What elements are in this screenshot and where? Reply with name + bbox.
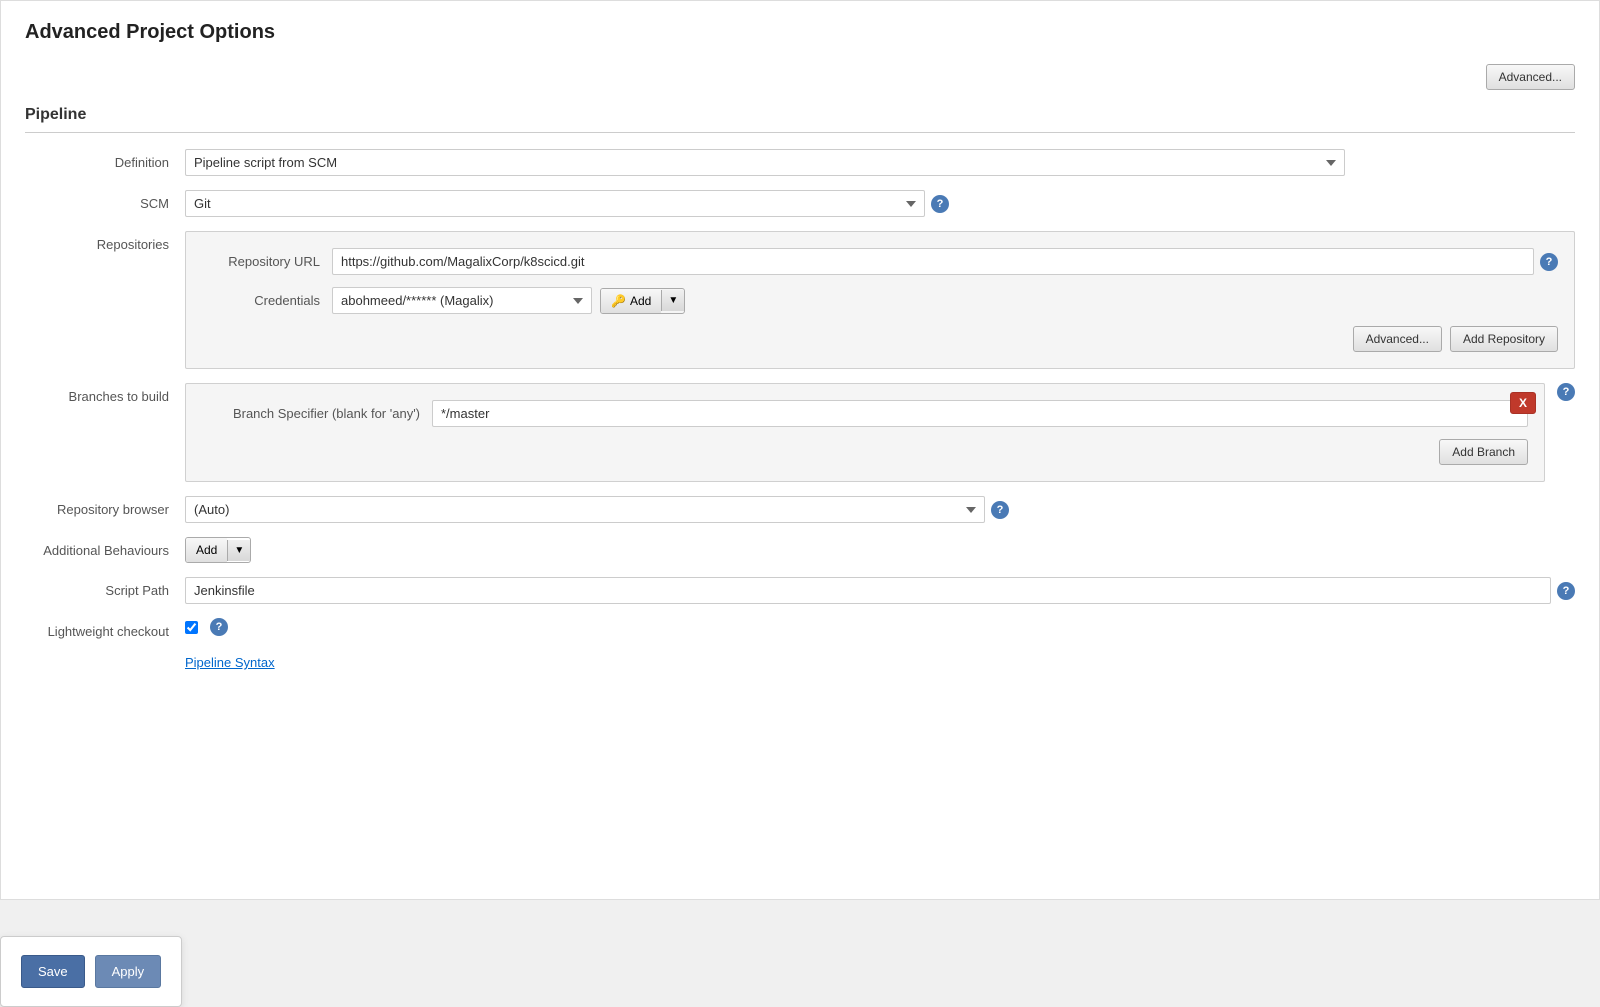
- repo-url-input[interactable]: [332, 248, 1534, 275]
- add-behaviours-label: Add: [196, 543, 217, 557]
- definition-control: Pipeline script from SCM Pipeline script: [185, 149, 1575, 176]
- script-path-inner: ?: [185, 577, 1575, 604]
- branches-help-icon[interactable]: ?: [1557, 383, 1575, 401]
- repo-browser-label: Repository browser: [25, 496, 185, 517]
- repo-url-label: Repository URL: [202, 254, 332, 269]
- credentials-label: Credentials: [202, 293, 332, 308]
- script-path-input[interactable]: [185, 577, 1551, 604]
- add-credentials-arrow[interactable]: ▼: [661, 290, 684, 311]
- additional-behaviours-label: Additional Behaviours: [25, 537, 185, 558]
- add-behaviours-button[interactable]: Add: [186, 538, 227, 562]
- script-path-control: ?: [185, 577, 1575, 604]
- script-path-label: Script Path: [25, 577, 185, 598]
- branch-specifier-label: Branch Specifier (blank for 'any'): [202, 406, 432, 421]
- branches-help-outer: X Branch Specifier (blank for 'any') Add…: [185, 383, 1575, 482]
- scm-select[interactable]: Git None Subversion: [185, 190, 925, 217]
- repo-url-help-icon[interactable]: ?: [1540, 253, 1558, 271]
- add-credentials-label: Add: [630, 294, 651, 308]
- lightweight-checkout-help-icon[interactable]: ?: [210, 618, 228, 636]
- scm-label: SCM: [25, 190, 185, 211]
- additional-behaviours-row: Additional Behaviours Add ▼: [25, 537, 1575, 563]
- repo-browser-select[interactable]: (Auto) assembla bitbucket githubweb: [185, 496, 985, 523]
- advanced-btn-row: Advanced...: [25, 64, 1575, 90]
- pipeline-section: Pipeline Definition Pipeline script from…: [25, 106, 1575, 670]
- main-container: Advanced Project Options Advanced... Pip…: [0, 0, 1600, 900]
- script-path-help-icon[interactable]: ?: [1557, 582, 1575, 600]
- key-icon: 🔑: [611, 294, 626, 308]
- add-credentials-button[interactable]: 🔑 Add: [601, 289, 661, 313]
- scm-help-icon[interactable]: ?: [931, 195, 949, 213]
- add-credentials-split: 🔑 Add ▼: [600, 288, 685, 314]
- page-title: Advanced Project Options: [25, 21, 1575, 44]
- advanced-button[interactable]: Advanced...: [1486, 64, 1575, 90]
- pipeline-syntax-link[interactable]: Pipeline Syntax: [185, 655, 275, 670]
- repositories-row: Repositories Repository URL ? Credential…: [25, 231, 1575, 369]
- repo-buttons: Advanced... Add Repository: [202, 326, 1558, 352]
- remove-branch-button[interactable]: X: [1510, 392, 1536, 414]
- branches-control: X Branch Specifier (blank for 'any') Add…: [185, 383, 1575, 482]
- apply-button[interactable]: Apply: [95, 955, 162, 988]
- repo-browser-inner: (Auto) assembla bitbucket githubweb ?: [185, 496, 1575, 523]
- lightweight-checkout-control: ?: [185, 618, 1575, 636]
- add-behaviours-split: Add ▼: [185, 537, 251, 563]
- lightweight-checkbox-row: ?: [185, 618, 1575, 636]
- credentials-select[interactable]: abohmeed/****** (Magalix) - none -: [332, 287, 592, 314]
- branches-row: Branches to build X Branch Specifier (bl…: [25, 383, 1575, 482]
- repo-url-row: Repository URL ?: [202, 248, 1558, 275]
- repo-browser-row: Repository browser (Auto) assembla bitbu…: [25, 496, 1575, 523]
- add-behaviours-arrow[interactable]: ▼: [227, 540, 250, 561]
- add-branch-row: Add Branch: [202, 439, 1528, 465]
- scm-row-inner: Git None Subversion ?: [185, 190, 1575, 217]
- scm-control: Git None Subversion ?: [185, 190, 1575, 217]
- lightweight-checkout-checkbox[interactable]: [185, 621, 198, 634]
- additional-behaviours-control: Add ▼: [185, 537, 1575, 563]
- script-path-row: Script Path ?: [25, 577, 1575, 604]
- definition-select[interactable]: Pipeline script from SCM Pipeline script: [185, 149, 1345, 176]
- repositories-control: Repository URL ? Credentials abohmeed/**…: [185, 231, 1575, 369]
- save-button[interactable]: Save: [21, 955, 85, 988]
- pipeline-section-title: Pipeline: [25, 106, 1575, 133]
- add-branch-button[interactable]: Add Branch: [1439, 439, 1528, 465]
- advanced-repo-button[interactable]: Advanced...: [1353, 326, 1442, 352]
- definition-label: Definition: [25, 149, 185, 170]
- branches-label: Branches to build: [25, 383, 185, 404]
- repo-browser-help-icon[interactable]: ?: [991, 501, 1009, 519]
- branch-specifier-row: Branch Specifier (blank for 'any'): [202, 400, 1528, 427]
- add-repository-button[interactable]: Add Repository: [1450, 326, 1558, 352]
- pipeline-syntax-row: Pipeline Syntax: [185, 655, 1575, 670]
- branches-box: X Branch Specifier (blank for 'any') Add…: [185, 383, 1545, 482]
- credentials-row: Credentials abohmeed/****** (Magalix) - …: [202, 287, 1558, 314]
- scm-row: SCM Git None Subversion ?: [25, 190, 1575, 217]
- repo-help-outer: Repository URL ? Credentials abohmeed/**…: [185, 231, 1575, 369]
- lightweight-checkout-label: Lightweight checkout: [25, 618, 185, 639]
- branch-specifier-input[interactable]: [432, 400, 1528, 427]
- repositories-label: Repositories: [25, 231, 185, 252]
- definition-row: Definition Pipeline script from SCM Pipe…: [25, 149, 1575, 176]
- repositories-box: Repository URL ? Credentials abohmeed/**…: [185, 231, 1575, 369]
- credentials-controls: abohmeed/****** (Magalix) - none - 🔑 Add…: [332, 287, 685, 314]
- lightweight-checkout-row: Lightweight checkout ?: [25, 618, 1575, 639]
- repo-browser-control: (Auto) assembla bitbucket githubweb ?: [185, 496, 1575, 523]
- bottom-bar: Save Apply: [0, 936, 182, 1007]
